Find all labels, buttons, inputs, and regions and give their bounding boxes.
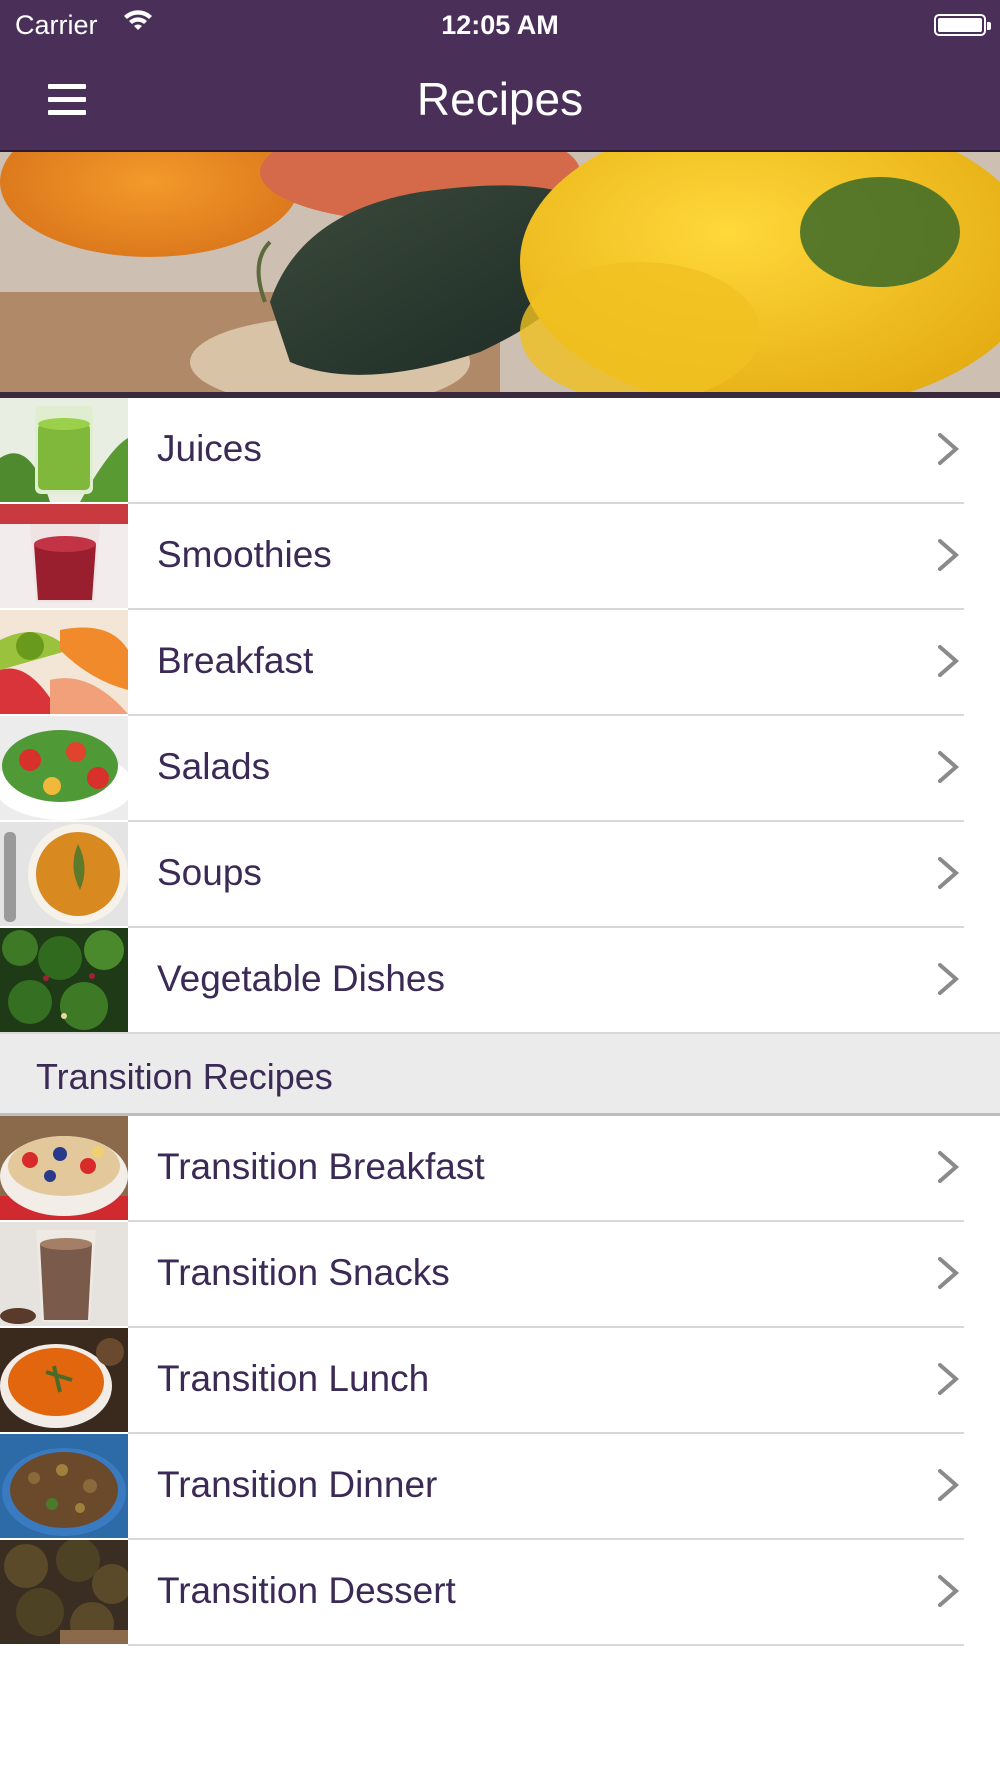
section-header-transition: Transition Recipes	[0, 1034, 1000, 1116]
soups-thumbnail	[0, 822, 128, 926]
list-item-label: Transition Breakfast	[157, 1146, 485, 1187]
transition-breakfast-thumbnail	[0, 1116, 128, 1220]
vegetable-dishes-thumbnail	[0, 928, 128, 1032]
list-item-label: Vegetable Dishes	[157, 958, 445, 999]
page-title: Recipes	[416, 73, 584, 125]
section-title: Transition Recipes	[36, 1056, 333, 1097]
chevron-right-icon	[938, 1575, 960, 1607]
transition-dessert-thumbnail	[0, 1540, 128, 1644]
list-item-salads[interactable]: Salads	[0, 716, 1000, 822]
chevron-right-icon	[938, 1469, 960, 1501]
chevron-right-icon	[938, 1151, 960, 1183]
smoothies-thumbnail	[0, 504, 128, 608]
list-item-transition-breakfast[interactable]: Transition Breakfast	[0, 1116, 1000, 1222]
list-item-label: Salads	[157, 746, 271, 787]
transition-dinner-thumbnail	[0, 1434, 128, 1538]
chevron-right-icon	[938, 963, 960, 995]
hero-banner-image	[0, 152, 1000, 398]
chevron-right-icon	[938, 751, 960, 783]
list-item-label: Transition Dessert	[157, 1570, 456, 1611]
juices-thumbnail	[0, 398, 128, 502]
list-item-transition-snacks[interactable]: Transition Snacks	[0, 1222, 1000, 1328]
list-item-label: Transition Lunch	[157, 1358, 430, 1399]
list-item-breakfast[interactable]: Breakfast	[0, 610, 1000, 716]
list-item-label: Juices	[157, 428, 262, 469]
list-item-label: Breakfast	[157, 640, 314, 681]
top-bar: Carrier 12:05 AM Recipes	[0, 0, 1000, 152]
list-item-label: Transition Dinner	[157, 1464, 438, 1505]
list-item-juices[interactable]: Juices	[0, 398, 1000, 504]
battery-icon	[934, 14, 991, 36]
status-time: 12:05 AM	[441, 10, 559, 40]
chevron-right-icon	[938, 1363, 960, 1395]
navigation-bar: Recipes	[0, 52, 1000, 150]
row-divider	[128, 1644, 964, 1646]
list-item-transition-dinner[interactable]: Transition Dinner	[0, 1434, 1000, 1540]
list-item-soups[interactable]: Soups	[0, 822, 1000, 928]
list-item-label: Transition Snacks	[157, 1252, 450, 1293]
breakfast-thumbnail	[0, 610, 128, 714]
list-item-label: Smoothies	[157, 534, 332, 575]
list-item-smoothies[interactable]: Smoothies	[0, 504, 1000, 610]
chevron-right-icon	[938, 539, 960, 571]
recipe-category-list: Juices Smoothies Breakfast Salads Soups …	[0, 398, 1000, 1646]
chevron-right-icon	[938, 645, 960, 677]
list-item-transition-dessert[interactable]: Transition Dessert	[0, 1540, 1000, 1646]
chevron-right-icon	[938, 1257, 960, 1289]
salads-thumbnail	[0, 716, 128, 820]
list-item-label: Soups	[157, 852, 262, 893]
status-bar: Carrier 12:05 AM	[0, 0, 1000, 52]
list-item-vegetable-dishes[interactable]: Vegetable Dishes	[0, 928, 1000, 1034]
list-item-transition-lunch[interactable]: Transition Lunch	[0, 1328, 1000, 1434]
transition-lunch-thumbnail	[0, 1328, 128, 1432]
chevron-right-icon	[938, 857, 960, 889]
chevron-right-icon	[938, 433, 960, 465]
transition-snacks-thumbnail	[0, 1222, 128, 1326]
